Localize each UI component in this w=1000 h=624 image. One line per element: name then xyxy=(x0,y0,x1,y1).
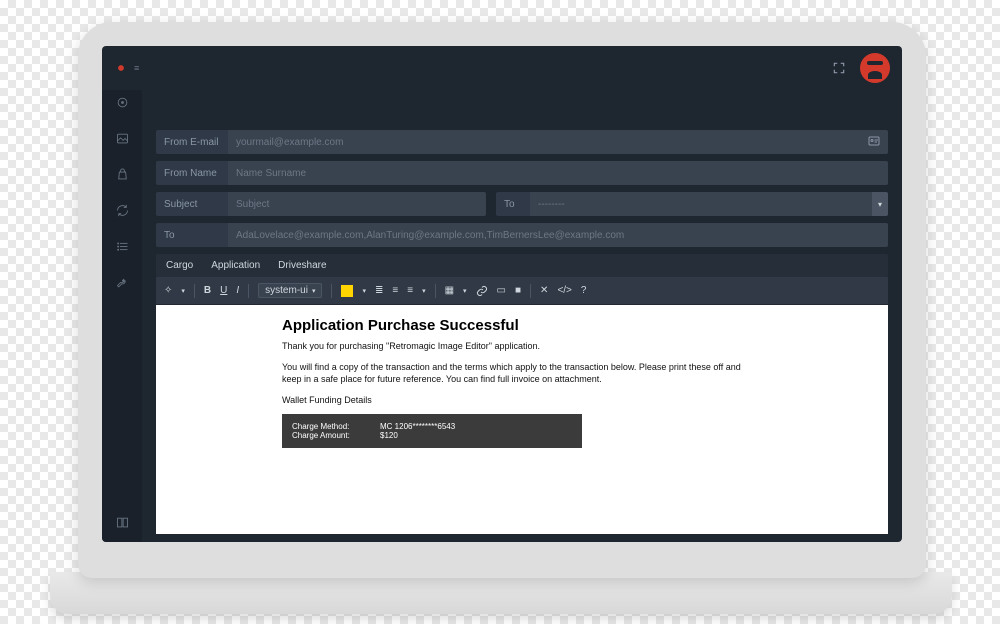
sidebar-wrench-icon[interactable] xyxy=(114,274,130,290)
to-select-dropdown[interactable]: ▾ xyxy=(872,192,888,216)
charge-amount-value: $120 xyxy=(380,431,398,440)
contact-card-icon[interactable] xyxy=(868,136,880,149)
clear-button[interactable]: ✕ xyxy=(540,285,548,296)
tab-cargo[interactable]: Cargo xyxy=(166,260,193,271)
list-ol-button[interactable]: ≣ xyxy=(375,285,383,296)
sidebar-refresh-icon[interactable] xyxy=(114,202,130,218)
doc-p1: Thank you for purchasing "Retromagic Ima… xyxy=(282,340,762,353)
doc-p2: You will find a copy of the transaction … xyxy=(282,361,762,386)
from-email-label: From E-mail xyxy=(156,130,228,154)
chevron-down-icon: ▾ xyxy=(878,200,882,209)
doc-title: Application Purchase Successful xyxy=(282,317,762,334)
caret-icon-2[interactable]: ▾ xyxy=(362,287,366,295)
to-label: To xyxy=(156,223,228,247)
to-select-block: To -------- ▾ xyxy=(496,192,888,216)
charge-card: Charge Method: MC 1206********6543 Charg… xyxy=(282,414,582,448)
fullscreen-button[interactable] xyxy=(826,55,852,81)
template-tabs: Cargo Application Driveshare xyxy=(156,254,888,277)
avatar[interactable] xyxy=(860,53,890,83)
charge-method-value: MC 1206********6543 xyxy=(380,422,455,431)
sidebar-bag-icon[interactable] xyxy=(114,166,130,182)
tab-driveshare[interactable]: Driveshare xyxy=(278,260,326,271)
sidebar-image-icon[interactable] xyxy=(114,130,130,146)
help-button[interactable]: ? xyxy=(581,285,587,296)
from-name-label: From Name xyxy=(156,161,228,185)
sidebar-target-icon[interactable] xyxy=(114,94,130,110)
to-select-value[interactable]: -------- xyxy=(530,192,872,216)
code-button[interactable]: </> xyxy=(557,285,571,296)
laptop-base xyxy=(50,572,952,614)
chevron-down-icon: ▾ xyxy=(312,287,316,295)
topbar: ≡ xyxy=(102,46,902,90)
subject-input[interactable]: Subject xyxy=(228,192,486,216)
italic-button[interactable]: I xyxy=(236,285,239,296)
from-email-placeholder: yourmail@example.com xyxy=(236,137,343,148)
brand-menu-icon[interactable]: ≡ xyxy=(134,63,139,73)
list-ul-button[interactable]: ≡ xyxy=(392,285,398,296)
wand-icon[interactable]: ✧ xyxy=(164,285,172,296)
charge-method-label: Charge Method: xyxy=(292,422,372,431)
from-email-row: From E-mail yourmail@example.com xyxy=(156,130,888,154)
to-row: To AdaLovelace@example.com,AlanTuring@ex… xyxy=(156,223,888,247)
subject-row: Subject Subject xyxy=(156,192,486,216)
sidebar-list-icon[interactable] xyxy=(114,238,130,254)
app-screen: ≡ xyxy=(102,46,902,542)
link-button[interactable] xyxy=(476,285,488,297)
doc-section-heading: Wallet Funding Details xyxy=(282,394,762,407)
subject-to-row: Subject Subject To -------- ▾ xyxy=(156,192,888,216)
to-select-label: To xyxy=(496,192,530,216)
brand: ≡ xyxy=(114,61,139,75)
subject-label: Subject xyxy=(156,192,228,216)
font-select[interactable]: system-ui ▾ xyxy=(258,283,322,298)
table-button[interactable]: ▦ xyxy=(445,285,454,296)
link-icon xyxy=(476,285,488,297)
from-name-row: From Name Name Surname xyxy=(156,161,888,185)
caret-icon-4[interactable]: ▾ xyxy=(463,287,467,295)
sidebar xyxy=(102,90,142,542)
from-name-placeholder: Name Surname xyxy=(236,168,306,179)
to-value: AdaLovelace@example.com,AlanTuring@examp… xyxy=(236,230,624,241)
from-name-input[interactable]: Name Surname xyxy=(228,161,888,185)
subject-placeholder: Subject xyxy=(236,199,269,210)
highlight-icon xyxy=(341,285,353,297)
to-input[interactable]: AdaLovelace@example.com,AlanTuring@examp… xyxy=(228,223,888,247)
align-button[interactable]: ≡ xyxy=(407,285,413,296)
editor-canvas[interactable]: Application Purchase Successful Thank yo… xyxy=(156,305,888,534)
bold-button[interactable]: B xyxy=(204,285,211,296)
underline-button[interactable]: U xyxy=(220,285,227,296)
image-button[interactable]: ▭ xyxy=(497,285,506,296)
highlight-button[interactable] xyxy=(341,285,353,297)
brand-icon xyxy=(114,61,128,75)
tab-application[interactable]: Application xyxy=(211,260,260,271)
charge-amount-label: Charge Amount: xyxy=(292,431,372,440)
caret-icon[interactable]: ▾ xyxy=(181,287,185,295)
editor-toolbar: ✧ ▾ B U I system-ui ▾ ▾ ≣ ≡ ≡ xyxy=(156,277,888,305)
laptop-frame: ≡ xyxy=(78,22,926,578)
font-name: system-ui xyxy=(265,285,308,296)
main-panel: From E-mail yourmail@example.com From Na… xyxy=(142,90,902,542)
caret-icon-3[interactable]: ▾ xyxy=(422,287,426,295)
from-email-input[interactable]: yourmail@example.com xyxy=(228,130,888,154)
email-document: Application Purchase Successful Thank yo… xyxy=(282,317,762,448)
sidebar-book-icon[interactable] xyxy=(114,514,130,530)
fullscreen-icon xyxy=(832,61,846,75)
video-button[interactable]: ■ xyxy=(515,285,521,296)
